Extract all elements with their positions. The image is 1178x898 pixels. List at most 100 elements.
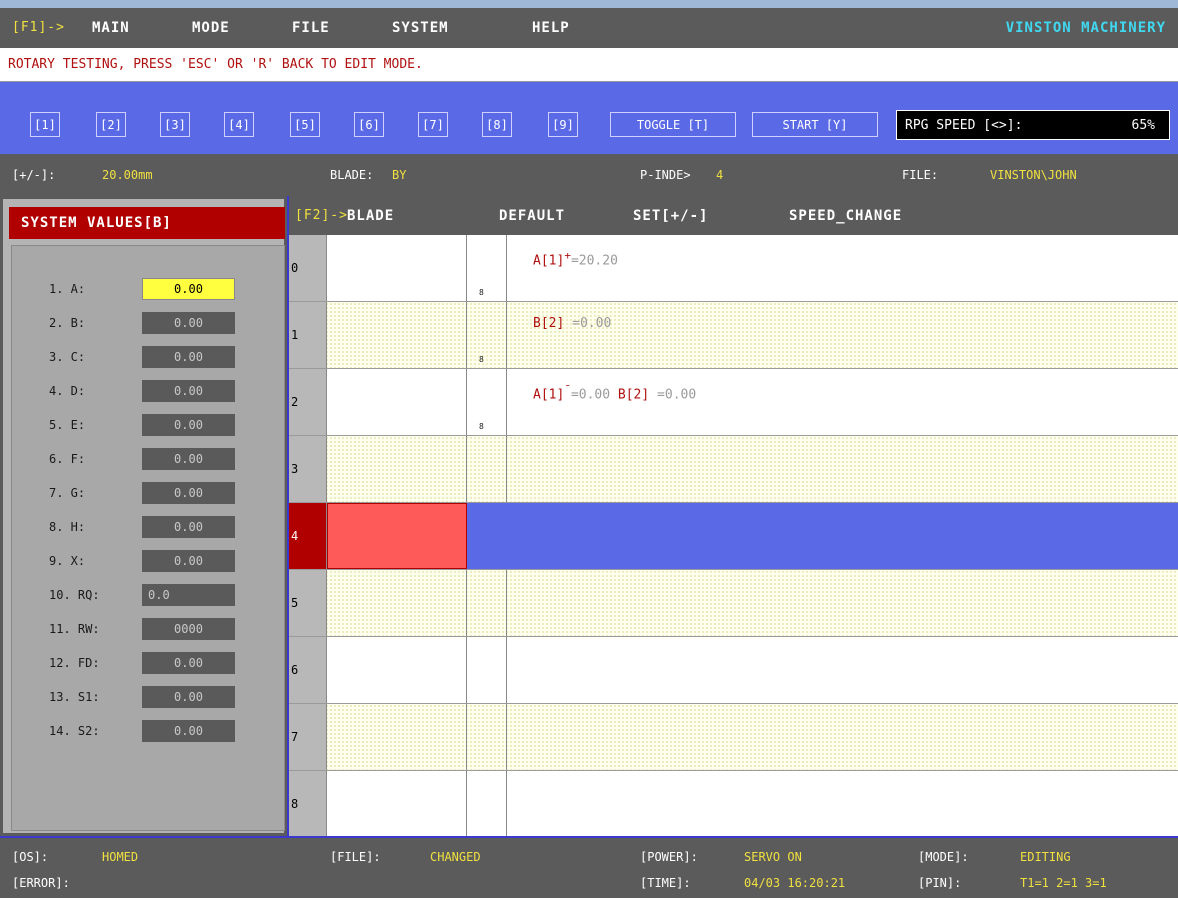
key-4-button[interactable]: [4]	[224, 112, 254, 137]
file-label: FILE:	[902, 168, 939, 182]
program-cell[interactable]: B[2] =0.00	[507, 302, 1178, 368]
program-row-selected[interactable]: 4	[289, 503, 1178, 570]
expression: B[2] =0.00	[533, 316, 611, 331]
value-field-b[interactable]: 0.00	[142, 312, 235, 334]
f2-menu-hint: [F2]->	[295, 208, 348, 223]
system-label: 10. RQ:	[49, 588, 100, 602]
key-8-button[interactable]: [8]	[482, 112, 512, 137]
program-cell[interactable]	[507, 570, 1178, 636]
key-2-button[interactable]: [2]	[96, 112, 126, 137]
value-field-g[interactable]: 0.00	[142, 482, 235, 504]
program-grid: 0 8 A[1]+=20.20 1 8 B[2] =0.00 2 8 A[1]¯…	[289, 235, 1178, 836]
start-button[interactable]: START [Y]	[752, 112, 878, 137]
value-field-rw[interactable]: 0000	[142, 618, 235, 640]
step-label: [+/-]:	[12, 168, 56, 182]
value-field-s1[interactable]: 0.00	[142, 686, 235, 708]
toggle-button[interactable]: TOGGLE [T]	[610, 112, 736, 137]
key-1-button[interactable]: [1]	[30, 112, 60, 137]
value-field-a[interactable]: 0.00	[142, 278, 235, 300]
program-cell[interactable]	[507, 704, 1178, 770]
value-field-c[interactable]: 0.00	[142, 346, 235, 368]
value-field-d[interactable]: 0.00	[142, 380, 235, 402]
program-cell[interactable]	[467, 436, 507, 502]
status-message: ROTARY TESTING, PRESS 'ESC' OR 'R' BACK …	[8, 57, 423, 72]
program-row[interactable]: 2 8 A[1]¯=0.00 B[2] =0.00	[289, 369, 1178, 436]
program-cell[interactable]: 8	[467, 235, 507, 301]
program-cell[interactable]	[467, 637, 507, 703]
system-label: 11. RW:	[49, 622, 100, 636]
value-field-rq[interactable]: 0.0	[142, 584, 235, 606]
key-6-button[interactable]: [6]	[354, 112, 384, 137]
key-7-button[interactable]: [7]	[418, 112, 448, 137]
program-cell[interactable]: A[1]+=20.20	[507, 235, 1178, 301]
value-field-f[interactable]: 0.00	[142, 448, 235, 470]
program-cell[interactable]	[327, 637, 467, 703]
program-cell[interactable]	[467, 771, 507, 836]
menu-item-main[interactable]: MAIN	[92, 20, 130, 36]
key-toolbar: [1] [2] [3] [4] [5] [6] [7] [8] [9] TOGG…	[0, 82, 1178, 154]
key-5-button[interactable]: [5]	[290, 112, 320, 137]
f2-item-set[interactable]: SET[+/-]	[633, 208, 708, 224]
program-cell[interactable]: 8	[467, 369, 507, 435]
program-cell[interactable]: 8	[467, 302, 507, 368]
expression-sign: +	[564, 249, 571, 262]
program-cell[interactable]	[507, 503, 1178, 569]
program-row[interactable]: 1 8 B[2] =0.00	[289, 302, 1178, 369]
power-value: SERVO ON	[744, 850, 802, 864]
system-row-s2: 14. S2: 0.00	[12, 720, 286, 742]
pin-label: [PIN]:	[918, 876, 962, 890]
f2-item-default[interactable]: DEFAULT	[499, 208, 565, 224]
system-row-b: 2. B: 0.00	[12, 312, 286, 334]
program-panel: [F2]-> BLADE DEFAULT SET[+/-] SPEED_CHAN…	[287, 196, 1178, 836]
f2-item-speed-change[interactable]: SPEED_CHANGE	[789, 208, 902, 224]
value-field-s2[interactable]: 0.00	[142, 720, 235, 742]
value-field-fd[interactable]: 0.00	[142, 652, 235, 674]
system-row-s1: 13. S1: 0.00	[12, 686, 286, 708]
file-status-value: CHANGED	[430, 850, 481, 864]
program-cell[interactable]	[327, 302, 467, 368]
menu-item-help[interactable]: HELP	[532, 20, 570, 36]
error-label: [ERROR]:	[12, 876, 70, 890]
program-cell[interactable]	[327, 771, 467, 836]
system-row-c: 3. C: 0.00	[12, 346, 286, 368]
program-cell-selected[interactable]	[327, 503, 467, 569]
expression-variable: B[2]	[533, 316, 565, 331]
program-cell[interactable]: A[1]¯=0.00 B[2] =0.00	[507, 369, 1178, 435]
system-row-h: 8. H: 0.00	[12, 516, 286, 538]
program-cell[interactable]	[507, 637, 1178, 703]
program-cell[interactable]	[327, 704, 467, 770]
mode-value: EDITING	[1020, 850, 1071, 864]
menu-item-system[interactable]: SYSTEM	[392, 20, 449, 36]
menu-item-mode[interactable]: MODE	[192, 20, 230, 36]
program-cell[interactable]	[467, 503, 507, 569]
program-cell[interactable]	[507, 771, 1178, 836]
f2-item-blade[interactable]: BLADE	[347, 208, 394, 224]
key-3-button[interactable]: [3]	[160, 112, 190, 137]
os-label: [OS]:	[12, 850, 49, 864]
program-cell[interactable]	[327, 436, 467, 502]
system-label: 4. D:	[49, 384, 86, 398]
program-cell[interactable]	[327, 570, 467, 636]
row-number: 4	[289, 503, 327, 569]
key-9-button[interactable]: [9]	[548, 112, 578, 137]
value-field-x[interactable]: 0.00	[142, 550, 235, 572]
program-row[interactable]: 3	[289, 436, 1178, 503]
program-row[interactable]: 5	[289, 570, 1178, 637]
program-row[interactable]: 8	[289, 771, 1178, 836]
program-row[interactable]: 7	[289, 704, 1178, 771]
program-row[interactable]: 6	[289, 637, 1178, 704]
program-row[interactable]: 0 8 A[1]+=20.20	[289, 235, 1178, 302]
menu-item-file[interactable]: FILE	[292, 20, 330, 36]
system-label: 3. C:	[49, 350, 86, 364]
system-label: 14. S2:	[49, 724, 100, 738]
value-field-e[interactable]: 0.00	[142, 414, 235, 436]
program-cell[interactable]	[327, 235, 467, 301]
system-label: 7. G:	[49, 486, 86, 500]
program-cell[interactable]	[467, 704, 507, 770]
program-cell[interactable]	[467, 570, 507, 636]
pindex-value: 4	[716, 168, 724, 182]
value-field-h[interactable]: 0.00	[142, 516, 235, 538]
system-row-e: 5. E: 0.00	[12, 414, 286, 436]
program-cell[interactable]	[327, 369, 467, 435]
program-cell[interactable]	[507, 436, 1178, 502]
